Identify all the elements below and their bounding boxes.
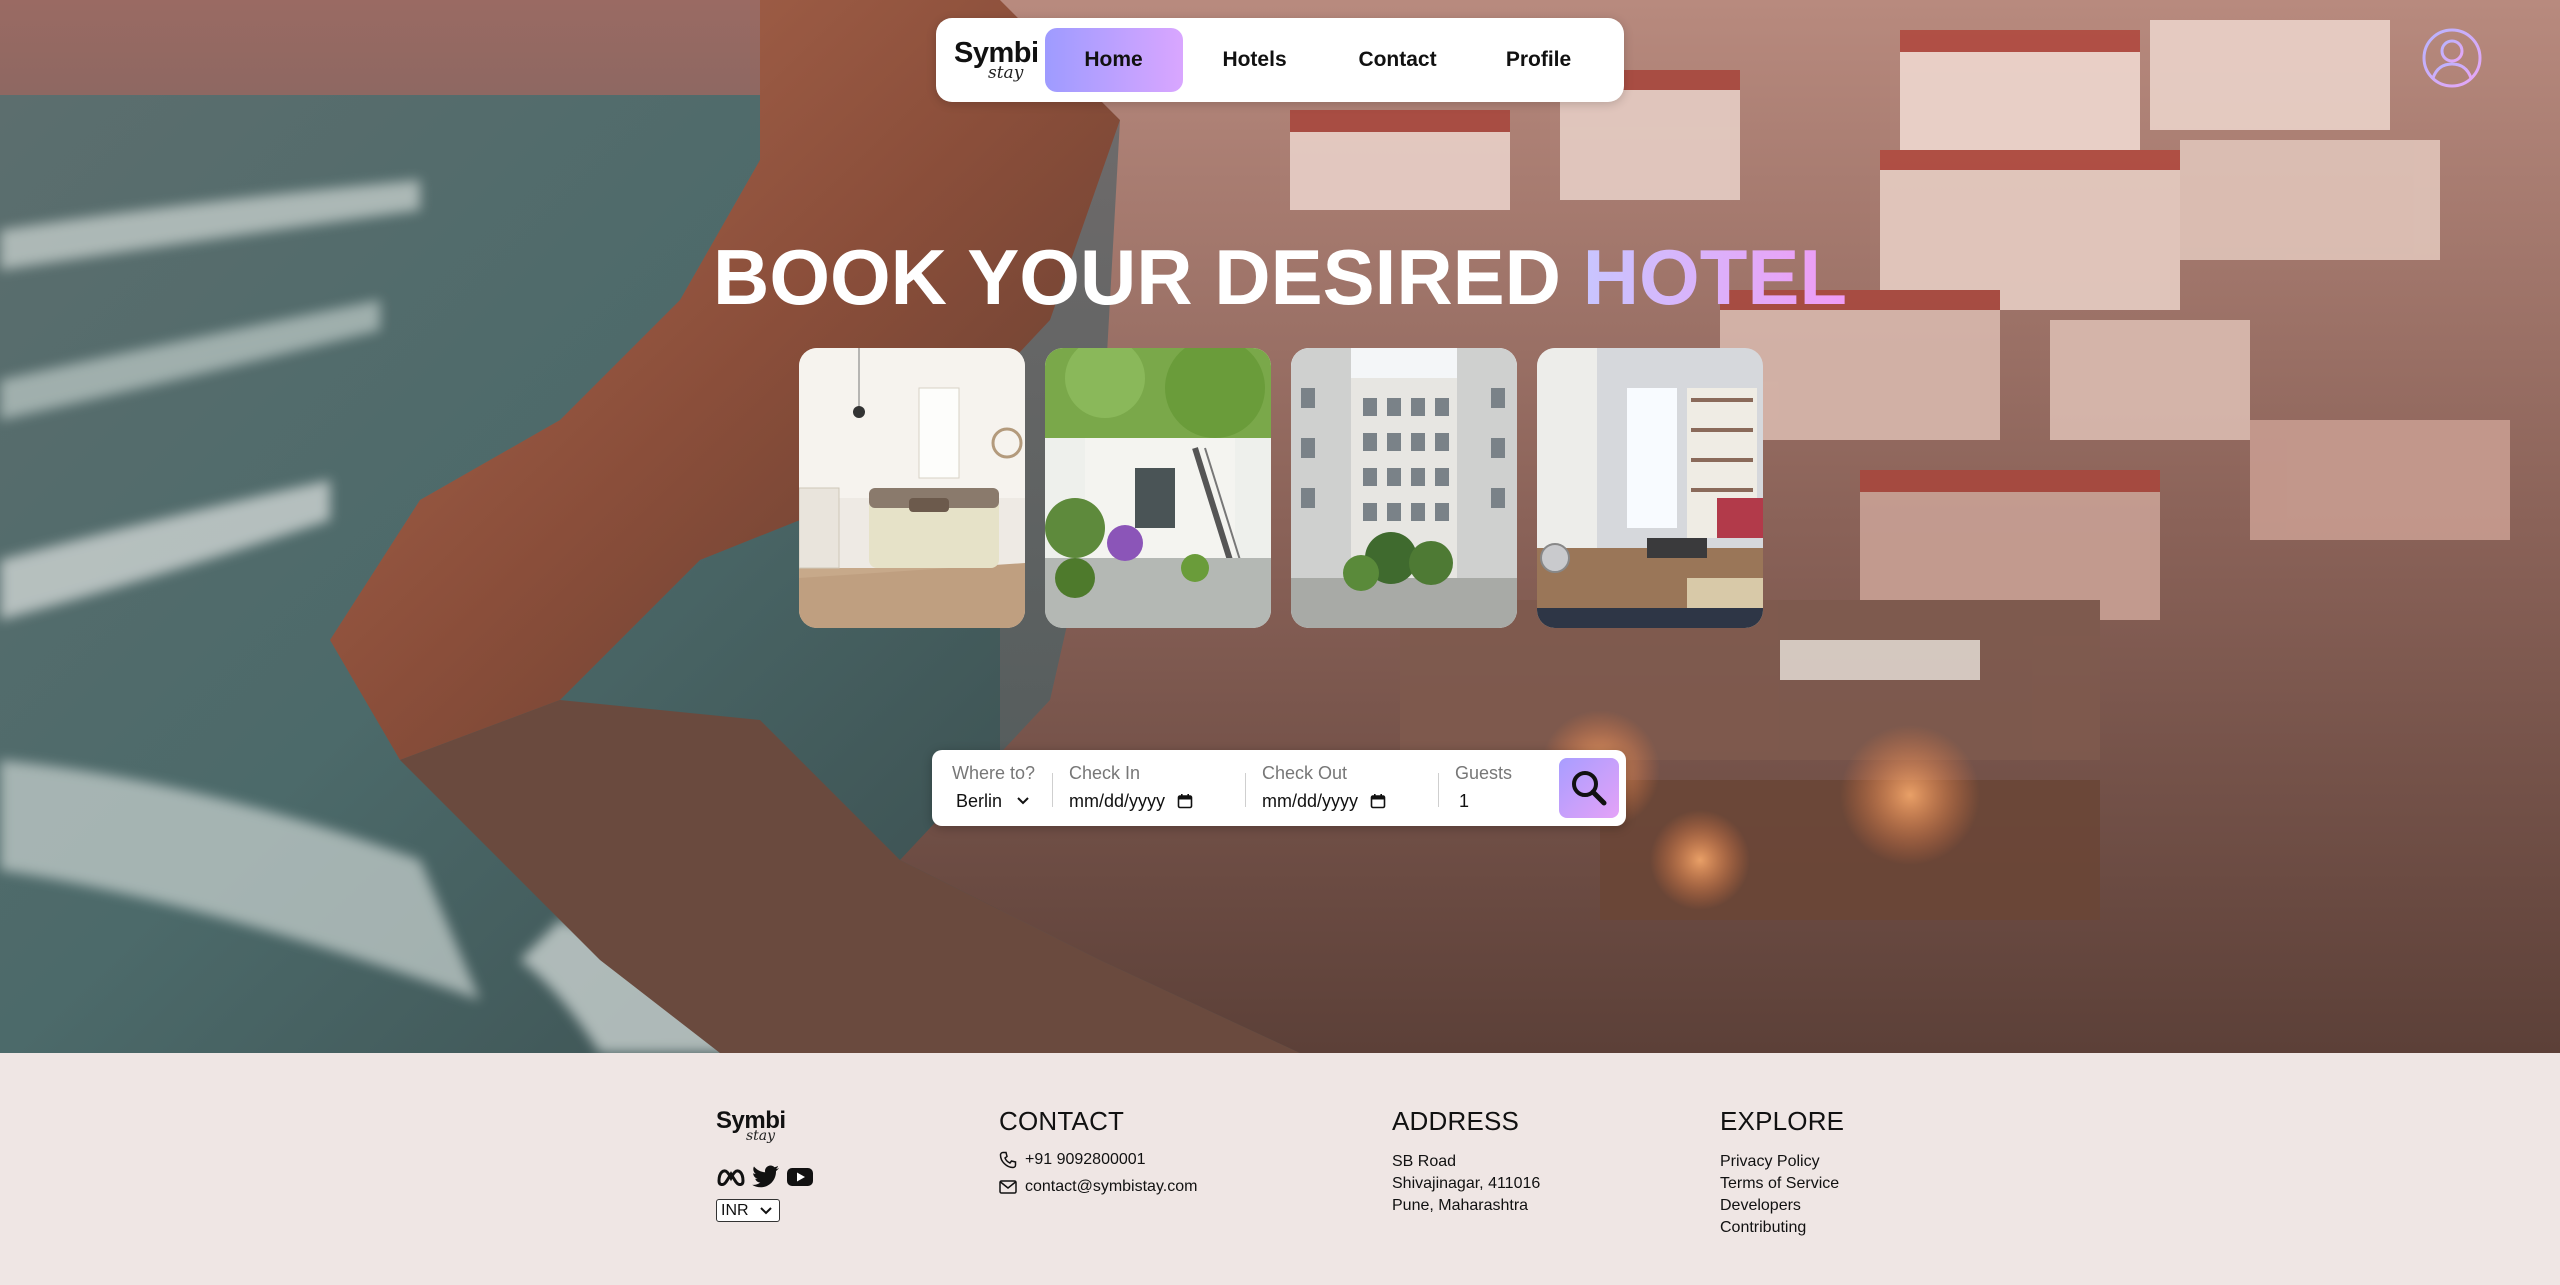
brand-logo-script: stay [988, 63, 1024, 83]
bedroom-photo[interactable] [799, 348, 1025, 628]
address-line: SB Road [1392, 1153, 1457, 1170]
apartment-interior-photo[interactable] [1537, 348, 1763, 628]
user-circle-icon [2422, 28, 2482, 88]
email-row[interactable]: contact@symbistay.com [999, 1178, 1197, 1196]
checkout-label: Check Out [1262, 763, 1348, 783]
hotel-photo-gallery [799, 348, 1763, 628]
phone-icon [999, 1151, 1017, 1169]
meta-icon[interactable] [716, 1166, 746, 1188]
explore-heading: EXPLORE [1720, 1106, 1845, 1136]
main-navbar: Symbi stay Home Hotels Contact Profile [936, 18, 1624, 102]
checkin-label: Check In [1069, 763, 1141, 783]
courtyard-garden-photo[interactable] [1045, 348, 1271, 628]
address-line: Pune, Maharashtra [1392, 1197, 1529, 1214]
footer-logo-script: stay [746, 1128, 776, 1144]
address-heading: ADDRESS [1392, 1106, 1520, 1136]
headline-main: BOOK YOUR DESIRED [712, 233, 1583, 321]
hero-headline: BOOK YOUR DESIRED HOTEL [0, 232, 2560, 322]
currency-value: INR [721, 1201, 749, 1219]
destination-select[interactable]: Berlin [952, 788, 1052, 814]
checkin-value: mm/dd/yyyy [1069, 791, 1166, 811]
nav-item-hotels[interactable]: Hotels [1187, 28, 1323, 92]
contact-email: contact@symbistay.com [1025, 1178, 1198, 1195]
hero-section: Symbi stay Home Hotels Contact Profile B… [0, 0, 2560, 1053]
checkin-field[interactable]: Check In mm/dd/yyyy [1053, 750, 1245, 826]
nav-item-contact[interactable]: Contact [1323, 28, 1473, 92]
hotel-search-bar: Where to? Berlin Check In mm/dd/yyyy Che… [932, 750, 1626, 826]
contact-heading: CONTACT [999, 1106, 1125, 1136]
chevron-down-icon [1017, 797, 1029, 805]
contributing-link[interactable]: Contributing [1720, 1217, 1839, 1239]
terms-of-service-link[interactable]: Terms of Service [1720, 1173, 1839, 1195]
building-courtyard-photo[interactable] [1291, 348, 1517, 628]
twitter-icon[interactable] [752, 1165, 780, 1189]
phone-row[interactable]: +91 9092800001 [999, 1151, 1146, 1169]
where-field[interactable]: Where to? Berlin [932, 750, 1052, 826]
nav-items: Home Hotels Contact Profile [1044, 28, 1605, 92]
explore-links: Privacy Policy Terms of Service Develope… [1720, 1151, 1839, 1239]
nav-item-home[interactable]: Home [1044, 28, 1183, 92]
youtube-icon[interactable] [786, 1166, 814, 1188]
social-links [716, 1165, 814, 1189]
guests-field[interactable]: Guests 1 [1439, 750, 1555, 826]
address-block: SB Road Shivajinagar, 411016 Pune, Mahar… [1392, 1151, 1540, 1217]
checkin-date-input[interactable]: mm/dd/yyyy [1069, 788, 1245, 814]
nav-item-profile[interactable]: Profile [1473, 28, 1605, 92]
site-footer: Symbi stay INR CONTACT +91 9092800001 co… [0, 1053, 2560, 1285]
search-button[interactable] [1559, 758, 1619, 818]
profile-button[interactable] [2421, 27, 2483, 89]
search-icon [1572, 771, 1607, 806]
footer-brand-logo[interactable]: Symbi stay [716, 1108, 816, 1144]
currency-select[interactable]: INR [716, 1199, 780, 1222]
checkout-date-input[interactable]: mm/dd/yyyy [1262, 788, 1438, 814]
chevron-down-icon [759, 1206, 772, 1214]
privacy-policy-link[interactable]: Privacy Policy [1720, 1151, 1839, 1173]
mail-icon [999, 1180, 1017, 1194]
headline-accent: HOTEL [1582, 233, 1848, 321]
calendar-icon[interactable] [1370, 793, 1386, 809]
checkout-field[interactable]: Check Out mm/dd/yyyy [1246, 750, 1438, 826]
developers-link[interactable]: Developers [1720, 1195, 1839, 1217]
where-label: Where to? [952, 763, 1036, 783]
contact-phone: +91 9092800001 [1025, 1151, 1146, 1168]
calendar-icon[interactable] [1177, 793, 1193, 809]
checkout-value: mm/dd/yyyy [1262, 791, 1359, 811]
destination-value: Berlin [956, 791, 1003, 811]
brand-logo[interactable]: Symbi stay [954, 38, 1039, 82]
guests-label: Guests [1455, 763, 1513, 783]
guests-input[interactable]: 1 [1455, 788, 1555, 814]
address-line: Shivajinagar, 411016 [1392, 1175, 1541, 1192]
